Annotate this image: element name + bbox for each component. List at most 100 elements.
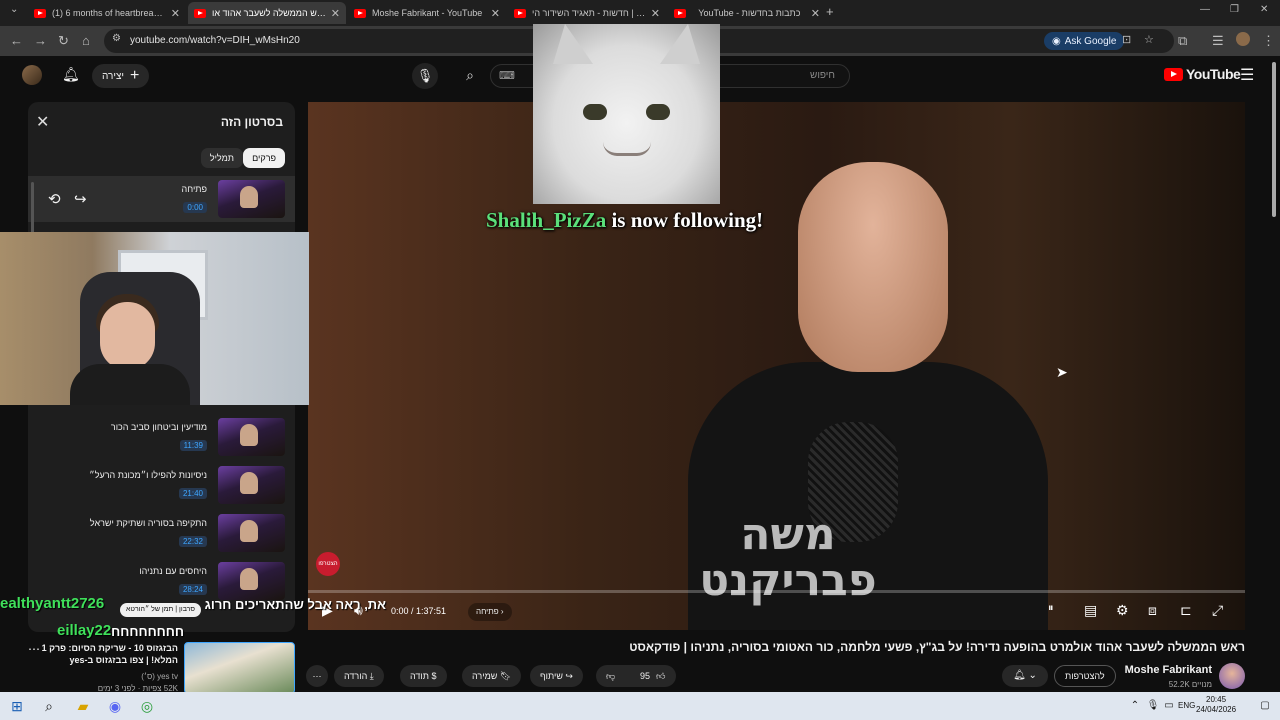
bookmark-star-icon[interactable]: ☆ (1144, 33, 1154, 46)
keyboard-icon[interactable]: ⌨ (499, 69, 515, 82)
bell-icon: 🔔︎ (1013, 670, 1026, 681)
person-head (798, 162, 948, 372)
url-text: youtube.com/watch?v=DIH_wMsHn20 (130, 35, 300, 46)
video-player[interactable]: משה פבריקנט ➤ הצטרפו ▶ 🔊︎ 0:00 / 1:37:51… (308, 102, 1245, 630)
reading-list-icon[interactable]: ☰ (1212, 33, 1224, 49)
chrome-icon[interactable]: ◎ (138, 697, 156, 715)
minimize-icon[interactable]: — (1200, 4, 1210, 15)
voice-search-mic-icon[interactable]: 🎙︎ (412, 63, 438, 89)
channel-name[interactable]: Moshe Fabrikant (1100, 664, 1212, 676)
chapter-item[interactable]: ⟲ ↪ פתיחה 0:00 (28, 176, 295, 222)
close-window-icon[interactable]: ✕ (1260, 4, 1268, 15)
browser-tab[interactable]: Moshe Fabrikant - YouTube ✕ (348, 2, 506, 24)
more-options-icon[interactable]: ⋯ (28, 642, 40, 656)
extensions-icon[interactable]: ⧉ (1178, 33, 1187, 49)
share-label: שיתוף (540, 671, 563, 681)
back-icon[interactable]: ← (10, 33, 23, 48)
chapter-item[interactable]: ניסיונות להפילו ו״מכונת הרעל״ 21:40 (28, 462, 295, 508)
browser-tab[interactable]: (1) 6 months of heartbreak, do ✕ (28, 2, 186, 24)
close-tab-icon[interactable]: ✕ (491, 7, 500, 20)
system-clock[interactable]: 20:45 24/04/2026 (1196, 695, 1236, 715)
file-explorer-icon[interactable]: ▰ (74, 697, 92, 715)
cat-eye-right (646, 104, 670, 120)
cast-icon[interactable]: ⊏ (1180, 602, 1192, 619)
chapter-title: פתיחה (181, 184, 208, 194)
chapter-chip[interactable]: פתיחה › (468, 603, 512, 621)
chapter-title: התקיפה בסוריה ושתיקת ישראל (89, 518, 207, 528)
loop-icon[interactable]: ⟲ (48, 190, 61, 208)
create-button[interactable]: יצירה + (92, 64, 150, 88)
thanks-button[interactable]: תודה $ (400, 665, 447, 687)
notifications-icon[interactable]: ▢ (1256, 697, 1274, 715)
channel-avatar[interactable] (1219, 663, 1245, 689)
chip-transcript[interactable]: תמליל (200, 148, 243, 168)
settings-gear-icon[interactable]: ⚙ (1116, 602, 1129, 619)
close-tab-icon[interactable]: ✕ (651, 7, 660, 20)
page-scrollbar[interactable] (1272, 62, 1276, 217)
restore-icon[interactable]: ❐ (1230, 4, 1239, 15)
subtitles-icon[interactable]: ▤ (1084, 602, 1097, 619)
share-icon[interactable]: ↪ (74, 190, 87, 208)
reload-icon[interactable]: ↻ (58, 33, 69, 49)
more-actions-button[interactable]: ⋯ (306, 665, 328, 687)
cat-ear-left (553, 24, 593, 64)
chip-chapters[interactable]: פרקים (243, 148, 285, 168)
share-icon: ↪ (565, 671, 573, 681)
notifications-bell-icon[interactable]: 🔔︎ (62, 66, 80, 83)
close-tab-icon[interactable]: ✕ (171, 7, 180, 20)
subscribed-bell-button[interactable]: 🔔︎ ⌄ (1002, 665, 1048, 687)
chapter-item[interactable]: התקיפה בסוריה ושתיקת ישראל 22:32 (28, 510, 295, 556)
chapter-time[interactable]: 21:40 (178, 488, 207, 499)
subscribe-badge[interactable]: הצטרפו (316, 552, 340, 576)
youtube-logo[interactable]: YouTube (1164, 66, 1241, 82)
autoplay-toggle-icon[interactable]: ⏸ (1048, 602, 1054, 615)
new-tab-icon[interactable]: + (826, 4, 834, 19)
progress-bar[interactable] (308, 590, 1245, 593)
chevron-up-icon[interactable]: ⌃ (1126, 697, 1144, 715)
like-count[interactable]: 95 (640, 665, 650, 687)
save-label: שמירה (472, 671, 498, 681)
chapter-time[interactable]: 0:00 (183, 202, 207, 213)
hamburger-menu-icon[interactable]: ☰ (1240, 65, 1254, 85)
input-language[interactable]: ENG (1178, 701, 1195, 710)
avatar[interactable] (22, 65, 42, 85)
install-app-icon[interactable]: ⊡ (1122, 33, 1131, 46)
search-button[interactable]: ⌕ (454, 64, 486, 88)
dislike-icon[interactable]: 👎︎ (606, 665, 615, 687)
chapter-time[interactable]: 22:32 (178, 536, 207, 547)
share-button[interactable]: שיתוף ↪ (530, 665, 583, 687)
ask-google-button[interactable]: ◉ Ask Google (1044, 32, 1125, 50)
browser-tab[interactable]: YouTube - כתבות בחדשות ✕ (668, 2, 826, 24)
discord-icon[interactable]: ◉ (106, 697, 124, 715)
network-icon[interactable]: ▭ (1160, 697, 1178, 715)
close-tab-icon[interactable]: ✕ (331, 7, 340, 20)
close-tab-icon[interactable]: ✕ (811, 7, 820, 20)
cat-smile (603, 142, 651, 156)
profile-avatar-icon[interactable] (1236, 32, 1250, 46)
chat-username: eillay22 (57, 622, 112, 639)
search-icon[interactable]: ⌕ (40, 697, 58, 715)
browser-tab-active[interactable]: ראש הממשלה לשעבר אהוד או ✕ (188, 2, 346, 24)
windows-start-icon[interactable]: ⊞ (8, 697, 26, 715)
chevron-down-icon: ⌄ (1028, 670, 1037, 681)
tab-title: Moshe Fabrikant - YouTube (372, 8, 483, 18)
browser-tab[interactable]: כאן | חדשות - תאגיד השידור הי ✕ (508, 2, 666, 24)
save-button[interactable]: שמירה 🔖︎ (462, 665, 522, 687)
home-icon[interactable]: ⌂ (82, 33, 90, 48)
join-button[interactable]: להצטרפות (1054, 665, 1116, 687)
chapter-time[interactable]: 28:24 (178, 584, 207, 595)
fullscreen-icon[interactable]: ⤢ (1212, 602, 1223, 619)
forward-icon[interactable]: → (34, 33, 47, 48)
chapter-item[interactable]: מודיעין וביטחון סביב הכור 11:39 (28, 414, 295, 460)
menu-kebab-icon[interactable]: ⋮ (1262, 33, 1275, 49)
like-icon[interactable]: 👍︎ (656, 665, 665, 687)
miniplayer-icon[interactable]: ⧈ (1148, 602, 1157, 619)
download-button[interactable]: הורדה ⤓ (334, 665, 384, 687)
recommended-title[interactable]: הבזגזוס 10 - שריקת הסיום: פרק 1 המלא! | … (40, 642, 178, 666)
site-info-icon[interactable]: ⚙ (112, 33, 121, 44)
close-icon[interactable]: ✕ (36, 112, 49, 132)
recommended-thumbnail[interactable] (184, 642, 295, 694)
dollar-icon: $ (431, 671, 437, 681)
tab-list-icon[interactable]: ⌄ (10, 4, 18, 15)
chapter-time[interactable]: 11:39 (179, 440, 207, 451)
